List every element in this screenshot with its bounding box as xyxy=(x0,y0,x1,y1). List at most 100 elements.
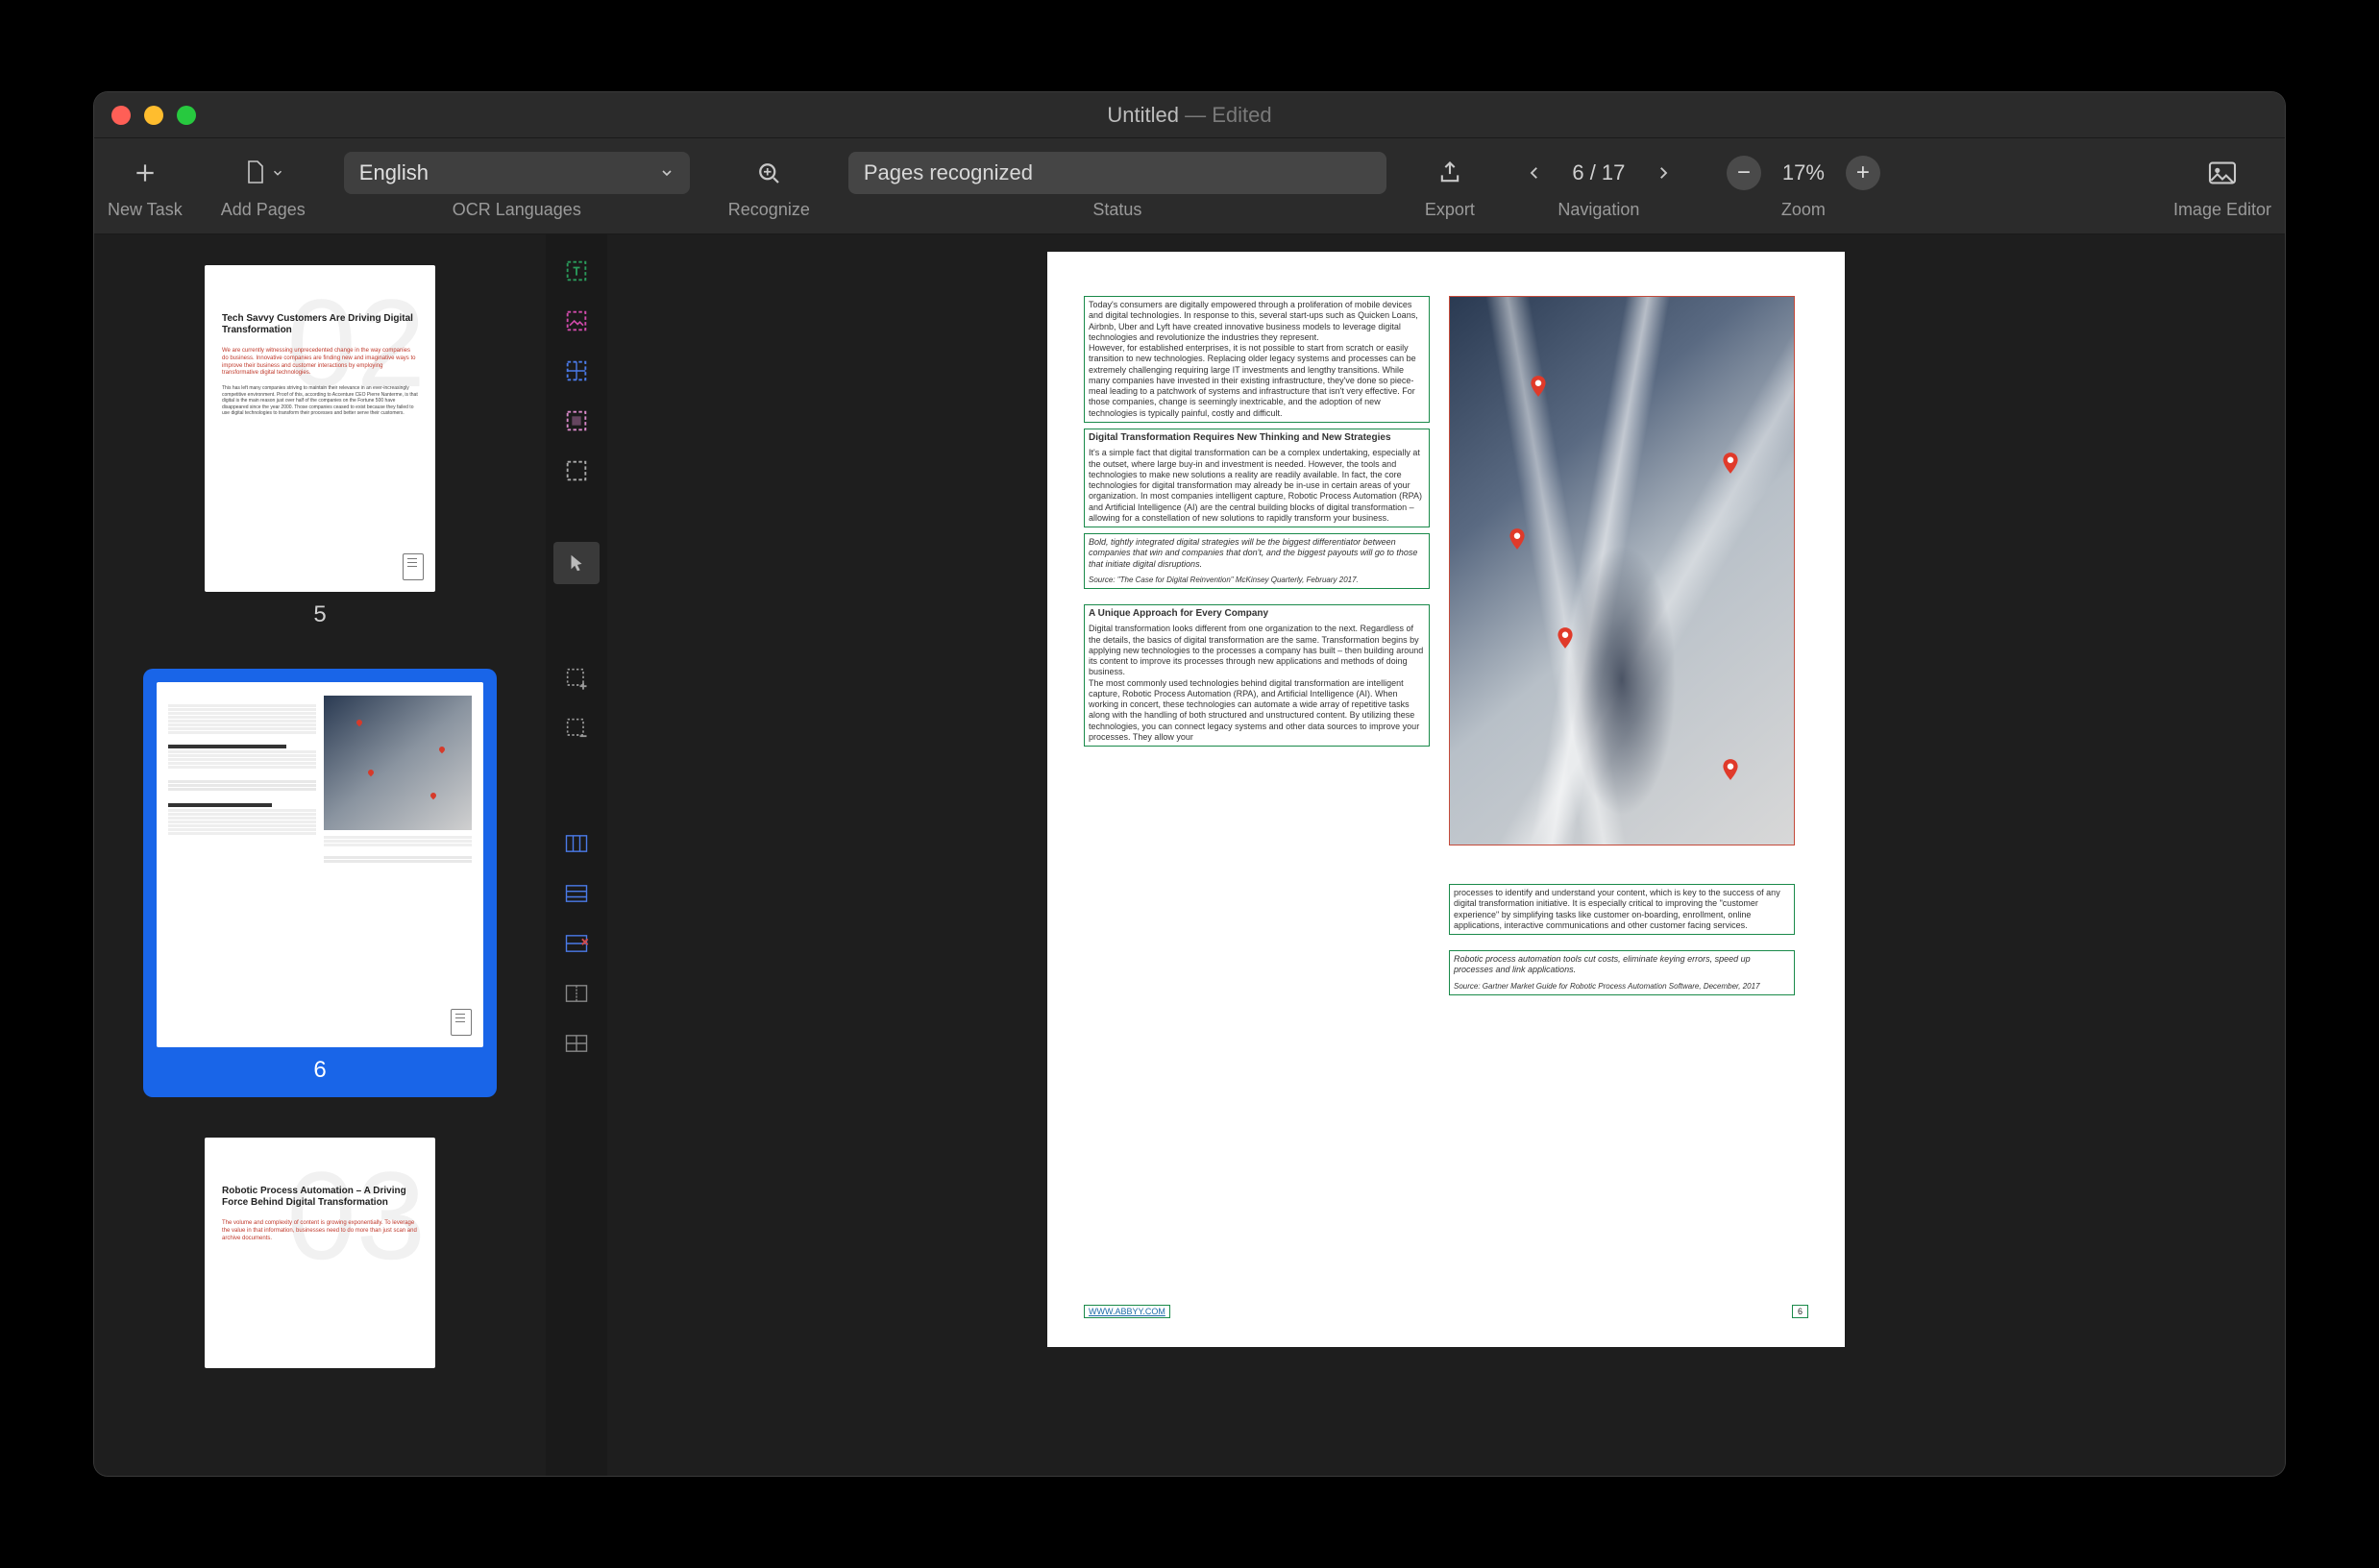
document-icon xyxy=(242,159,267,186)
chevron-left-icon xyxy=(1526,160,1543,185)
minimize-window-button[interactable] xyxy=(144,106,163,125)
rect-plus-icon xyxy=(563,665,590,692)
text-region[interactable]: Robotic process automation tools cut cos… xyxy=(1449,950,1795,995)
plus-icon: + xyxy=(1846,156,1880,190)
zoom-label: Zoom xyxy=(1781,200,1826,220)
dashed-frame-icon xyxy=(563,457,590,484)
recognize-icon xyxy=(754,159,783,187)
image-icon xyxy=(2207,160,2238,185)
merge-cells-tool[interactable] xyxy=(553,972,600,1015)
new-task-group: New Task xyxy=(108,152,183,220)
text-region[interactable]: Bold, tightly integrated digital strateg… xyxy=(1084,533,1430,589)
add-horizontal-separator-tool[interactable] xyxy=(553,872,600,915)
add-area-part-tool[interactable] xyxy=(553,657,600,699)
new-task-button[interactable] xyxy=(122,152,168,194)
language-value: English xyxy=(359,160,429,185)
left-column: Today's consumers are digitally empowere… xyxy=(1084,296,1430,1001)
table-area-tool[interactable] xyxy=(553,350,600,392)
cursor-icon xyxy=(566,551,587,576)
picture-frame-icon xyxy=(563,307,590,334)
title-text: Untitled xyxy=(1107,103,1179,127)
split-cells-tool[interactable] xyxy=(553,1022,600,1065)
next-page-button[interactable] xyxy=(1642,152,1684,194)
pointer-tool[interactable] xyxy=(553,542,600,584)
cut-area-part-tool[interactable] xyxy=(553,707,600,749)
text-region[interactable]: Digital Transformation Requires New Thin… xyxy=(1084,429,1430,527)
thumb-red-text: We are currently witnessing unprecedente… xyxy=(222,348,418,378)
bg-frame-icon xyxy=(563,407,590,434)
status-group: Pages recognized Status xyxy=(848,152,1386,220)
minus-icon: − xyxy=(1727,156,1761,190)
text-region[interactable]: processes to identify and understand you… xyxy=(1449,884,1795,935)
mini-city-image xyxy=(324,696,472,830)
text-region[interactable]: Today's consumers are digitally empowere… xyxy=(1084,296,1430,423)
document-type-icon xyxy=(451,1009,472,1036)
split-cells-icon xyxy=(563,1032,590,1055)
navigation-group: 6 / 17 Navigation xyxy=(1513,152,1684,220)
recognize-button[interactable] xyxy=(746,152,792,194)
navigation-controls: 6 / 17 xyxy=(1513,152,1684,194)
close-window-button[interactable] xyxy=(111,106,131,125)
image-editor-label: Image Editor xyxy=(2173,200,2271,220)
background-area-tool[interactable] xyxy=(553,400,600,442)
zoom-value[interactable]: 17% xyxy=(1765,160,1842,185)
recognize-label: Recognize xyxy=(728,200,810,220)
chevron-down-icon xyxy=(659,165,674,181)
edited-indicator: — Edited xyxy=(1179,103,1272,127)
document-page[interactable]: Today's consumers are digitally empowere… xyxy=(1047,252,1845,1347)
thumbnail-preview xyxy=(157,682,483,1047)
ocr-languages-group: English OCR Languages xyxy=(344,152,690,220)
export-icon xyxy=(1436,159,1463,186)
table-delete-sep-icon xyxy=(563,932,590,955)
section-body: It's a simple fact that digital transfor… xyxy=(1089,448,1425,524)
chevron-right-icon xyxy=(1655,160,1672,185)
zoom-in-button[interactable]: + xyxy=(1842,152,1884,194)
pull-quote: Bold, tightly integrated digital strateg… xyxy=(1089,537,1425,570)
fullscreen-window-button[interactable] xyxy=(177,106,196,125)
thumbnail-preview: 02 Tech Savvy Customers Are Driving Digi… xyxy=(205,265,435,592)
plus-icon xyxy=(133,160,158,185)
recognize-group: Recognize xyxy=(728,152,810,220)
picture-region[interactable] xyxy=(1449,296,1795,845)
page-indicator[interactable]: 6 / 17 xyxy=(1556,160,1642,185)
table-hsep-icon xyxy=(563,882,590,905)
thumbnails-sidebar[interactable]: 02 Tech Savvy Customers Are Driving Digi… xyxy=(94,234,546,1476)
thumb-title: Robotic Process Automation – A Driving F… xyxy=(222,1186,418,1209)
map-pin-icon xyxy=(1718,757,1743,782)
thumbnail-preview: 03 Robotic Process Automation – A Drivin… xyxy=(205,1138,435,1368)
table-frame-icon xyxy=(563,357,590,384)
text-region[interactable]: A Unique Approach for Every Company Digi… xyxy=(1084,604,1430,747)
pull-quote: Robotic process automation tools cut cos… xyxy=(1454,954,1790,976)
thumbnail-page-6[interactable]: 6 xyxy=(143,669,497,1097)
thumbnail-page-5[interactable]: 02 Tech Savvy Customers Are Driving Digi… xyxy=(191,252,449,642)
export-group: Export xyxy=(1425,152,1475,220)
titlebar: Untitled — Edited xyxy=(94,92,2285,138)
footer-page-number-region[interactable]: 6 xyxy=(1792,1305,1808,1318)
thumb-body-text: This has left many companies striving to… xyxy=(222,385,418,417)
zoom-out-button[interactable]: − xyxy=(1723,152,1765,194)
thumbnail-page-7[interactable]: 03 Robotic Process Automation – A Drivin… xyxy=(191,1124,449,1382)
add-vertical-separator-tool[interactable] xyxy=(553,822,600,865)
thumb-red-text: The volume and complexity of content is … xyxy=(222,1220,418,1242)
picture-area-tool[interactable] xyxy=(553,300,600,342)
add-pages-button[interactable] xyxy=(233,152,294,194)
page-viewer[interactable]: Today's consumers are digitally empowere… xyxy=(607,234,2285,1476)
language-dropdown[interactable]: English xyxy=(344,152,690,194)
map-pin-icon xyxy=(1526,374,1551,399)
zoom-group: − 17% + Zoom xyxy=(1723,152,1884,220)
app-window: Untitled — Edited New Task Add Pages Eng… xyxy=(94,92,2285,1476)
export-button[interactable] xyxy=(1427,152,1473,194)
footer-url-region[interactable]: WWW.ABBYY.COM xyxy=(1084,1305,1170,1318)
quote-source: Source: Gartner Market Guide for Robotic… xyxy=(1454,982,1790,992)
toolbar: New Task Add Pages English OCR Languages… xyxy=(94,138,2285,234)
section-heading: A Unique Approach for Every Company xyxy=(1089,608,1425,621)
thumbnail-number: 5 xyxy=(313,601,326,628)
text-area-tool[interactable] xyxy=(553,250,600,292)
delete-separator-tool[interactable] xyxy=(553,922,600,965)
prev-page-button[interactable] xyxy=(1513,152,1556,194)
ghost-number: 03 xyxy=(286,1143,426,1287)
section-body: Digital transformation looks different f… xyxy=(1089,624,1425,743)
image-editor-button[interactable] xyxy=(2199,152,2245,194)
recognition-area-tool[interactable] xyxy=(553,450,600,492)
add-pages-group: Add Pages xyxy=(221,152,306,220)
